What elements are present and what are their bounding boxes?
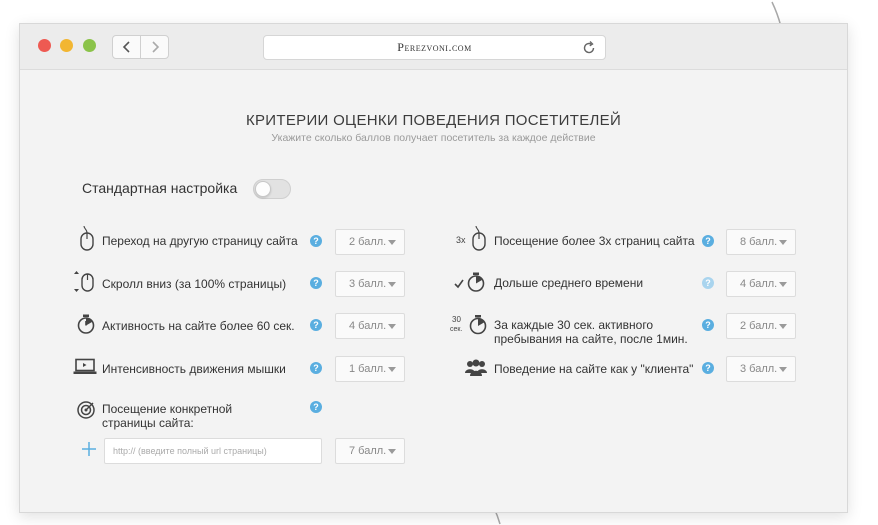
- caret-down-icon: [388, 449, 396, 454]
- page-title: КРИТЕРИИ ОЦЕНКИ ПОВЕДЕНИЯ ПОСЕТИТЕЛЕЙ: [245, 112, 622, 129]
- browser-titlebar: Perezvoni.com: [20, 24, 847, 70]
- points-value: 3 балл.: [740, 363, 778, 375]
- browser-window: Perezvoni.com КРИТЕРИИ ОЦЕНКИ ПОВЕДЕНИЯ …: [19, 23, 848, 513]
- standard-settings-toggle[interactable]: [253, 179, 291, 199]
- points-value: 8 балл.: [740, 236, 778, 248]
- help-icon[interactable]: ?: [702, 235, 714, 247]
- criterion-label: Переход на другую страницу сайта: [102, 234, 298, 248]
- help-icon[interactable]: ?: [310, 401, 322, 413]
- forward-button[interactable]: [140, 35, 169, 59]
- mouse-icon: [78, 226, 96, 252]
- caret-down-icon: [388, 282, 396, 287]
- toggle-knob: [255, 181, 271, 197]
- points-value: 3 балл.: [349, 278, 387, 290]
- chevron-left-icon: [122, 41, 130, 53]
- close-window-button[interactable]: [38, 39, 51, 52]
- caret-down-icon: [388, 240, 396, 245]
- back-button[interactable]: [112, 35, 141, 59]
- points-value: 4 балл.: [740, 278, 778, 290]
- points-select[interactable]: 4 балл.: [726, 271, 796, 297]
- laptop-icon: [73, 358, 97, 376]
- criterion-label-line1: За каждые 30 сек. активного: [494, 318, 654, 332]
- points-value: 7 балл.: [349, 445, 387, 457]
- stopwatch-icon: [76, 313, 96, 335]
- people-icon: [465, 359, 487, 377]
- specific-page-label-line1: Посещение конкретной: [102, 402, 233, 416]
- chevron-right-icon: [151, 41, 159, 53]
- caret-down-icon: [388, 324, 396, 329]
- target-icon: [76, 400, 96, 420]
- criterion-label: Посещение более 3х страниц сайта: [494, 234, 695, 248]
- points-select[interactable]: 4 балл.: [335, 313, 405, 339]
- points-value: 2 балл.: [740, 320, 778, 332]
- help-icon[interactable]: ?: [310, 235, 322, 247]
- caret-down-icon: [388, 367, 396, 372]
- criterion-label: Поведение на сайте как у "клиента": [494, 362, 694, 376]
- help-icon[interactable]: ?: [310, 362, 322, 374]
- scroll-mouse-icon: [70, 270, 96, 294]
- reload-icon[interactable]: [581, 40, 597, 56]
- address-bar[interactable]: Perezvoni.com: [263, 35, 606, 60]
- maximize-window-button[interactable]: [83, 39, 96, 52]
- points-value: 2 балл.: [349, 236, 387, 248]
- help-icon[interactable]: ?: [702, 277, 714, 289]
- page-url-input[interactable]: [104, 438, 322, 464]
- caret-down-icon: [779, 367, 787, 372]
- address-text: Perezvoni.com: [397, 40, 472, 54]
- points-select[interactable]: 1 балл.: [335, 356, 405, 382]
- stopwatch-30-number: 30: [452, 315, 461, 324]
- help-icon[interactable]: ?: [702, 319, 714, 331]
- criterion-label: Дольше среднего времени: [494, 276, 644, 290]
- points-value: 4 балл.: [349, 320, 387, 332]
- mouse-3x-icon: 3x: [456, 226, 488, 252]
- help-icon[interactable]: ?: [702, 362, 714, 374]
- help-icon[interactable]: ?: [310, 319, 322, 331]
- specific-page-label: Посещение конкретной страницы сайта:: [102, 402, 232, 430]
- points-select[interactable]: 2 балл.: [726, 313, 796, 339]
- points-select[interactable]: 3 балл.: [726, 356, 796, 382]
- page-subtitle: Укажите сколько баллов получает посетите…: [271, 132, 596, 144]
- minimize-window-button[interactable]: [60, 39, 73, 52]
- points-select[interactable]: 7 балл.: [335, 438, 405, 464]
- criterion-label-line2: пребывания на сайте, после 1мин.: [494, 332, 688, 346]
- check-stopwatch-icon: [454, 271, 488, 293]
- points-select[interactable]: 8 балл.: [726, 229, 796, 255]
- points-value: 1 балл.: [349, 363, 387, 375]
- specific-page-label-line2: страницы сайта:: [102, 416, 194, 430]
- help-icon[interactable]: ?: [310, 277, 322, 289]
- mouse-3x-text: 3x: [456, 235, 466, 245]
- standard-settings-label: Стандартная настройка: [82, 180, 238, 196]
- criterion-label: Интенсивность движения мышки: [102, 362, 286, 376]
- criterion-label: За каждые 30 сек. активного пребывания н…: [494, 318, 688, 346]
- add-url-icon[interactable]: [82, 442, 96, 456]
- stopwatch-30-unit: сек.: [450, 326, 462, 333]
- caret-down-icon: [779, 240, 787, 245]
- stage: Perezvoni.com КРИТЕРИИ ОЦЕНКИ ПОВЕДЕНИЯ …: [0, 0, 878, 525]
- caret-down-icon: [779, 324, 787, 329]
- criterion-label: Скролл вниз (за 100% страницы): [102, 277, 287, 291]
- caret-down-icon: [779, 282, 787, 287]
- stopwatch-30-icon: 30 сек.: [450, 312, 490, 338]
- points-select[interactable]: 3 балл.: [335, 271, 405, 297]
- criterion-label: Активность на сайте более 60 сек.: [102, 319, 295, 333]
- points-select[interactable]: 2 балл.: [335, 229, 405, 255]
